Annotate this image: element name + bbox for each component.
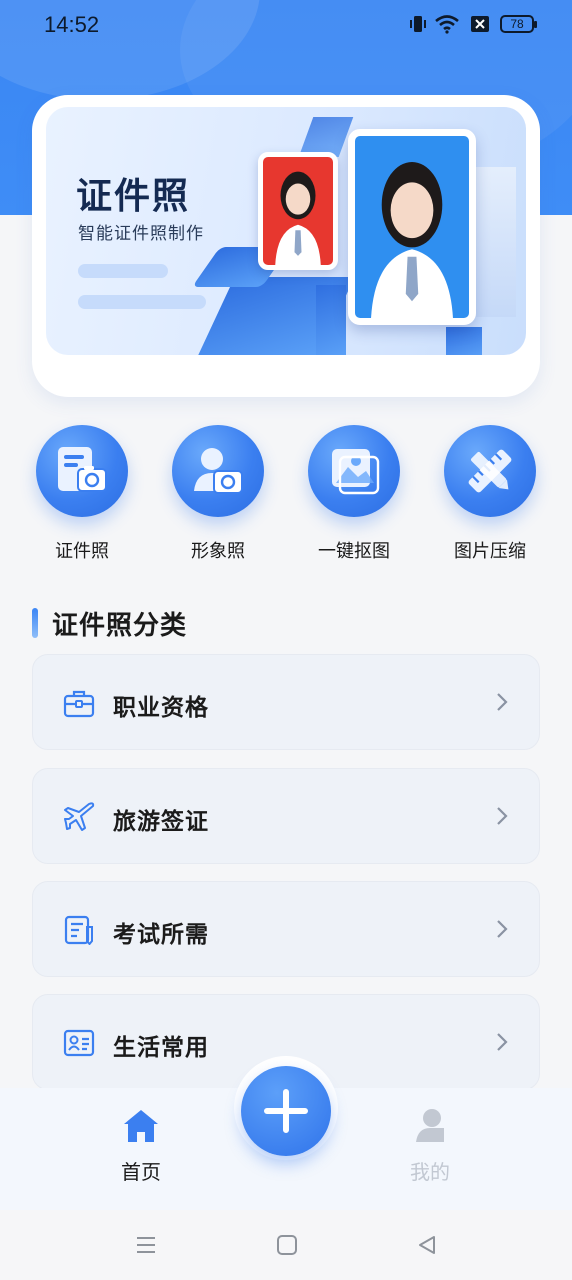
airplane-icon	[64, 802, 95, 831]
exam-paper-icon	[64, 915, 93, 945]
decor-line	[78, 295, 206, 309]
tab-mine-label: 我的	[410, 1160, 450, 1184]
feature-label: 证件照	[55, 541, 109, 562]
status-icons: 78	[408, 14, 537, 34]
chevron-right-icon	[497, 693, 508, 711]
category-label: 职业资格	[113, 695, 209, 721]
feature-portrait[interactable]: 形象照	[153, 420, 283, 563]
tab-home[interactable]: 首页	[81, 1088, 201, 1185]
vibrate-icon	[408, 14, 426, 34]
section-title-text: 证件照分类	[52, 610, 188, 641]
home-icon	[124, 1110, 158, 1142]
category-label: 生活常用	[113, 1035, 209, 1061]
category-item[interactable]: 职业资格	[32, 654, 540, 750]
section-accent-bar	[32, 608, 38, 638]
feature-label: 图片压缩	[454, 541, 526, 562]
banner-subtitle: 智能证件照制作	[78, 224, 204, 244]
status-bar: 14:52 78	[0, 0, 572, 50]
banner-title: 证件照	[76, 176, 191, 217]
chevron-right-icon	[497, 807, 508, 825]
no-sim-icon	[470, 15, 490, 33]
image-compress-icon[interactable]	[444, 425, 536, 517]
status-time: 14:52	[44, 12, 100, 37]
tab-home-label: 首页	[121, 1160, 161, 1184]
category-label: 旅游签证	[113, 809, 209, 835]
tab-mine[interactable]: 我的	[370, 1088, 490, 1185]
home-nav-icon[interactable]	[276, 1234, 298, 1256]
feature-cutout[interactable]: 一键抠图	[289, 420, 419, 563]
plus-icon	[264, 1089, 308, 1133]
user-icon	[416, 1109, 444, 1142]
feature-grid: 证件照 形象照 一键抠图 图片压缩	[0, 420, 572, 570]
menu-icon[interactable]	[135, 1234, 157, 1256]
add-button[interactable]	[241, 1066, 331, 1156]
banner-image[interactable]: 证件照 智能证件照制作	[46, 107, 526, 355]
feature-label: 一键抠图	[318, 541, 390, 562]
feature-compress[interactable]: 图片压缩	[425, 420, 555, 563]
red-id-photo	[258, 152, 338, 270]
image-cutout-icon[interactable]	[308, 425, 400, 517]
banner-card[interactable]: 证件照 智能证件照制作	[32, 95, 540, 397]
wifi-icon	[434, 14, 460, 34]
portrait-camera-icon[interactable]	[172, 425, 264, 517]
id-card-icon	[63, 1029, 95, 1057]
blue-id-photo	[348, 129, 476, 325]
chevron-right-icon	[497, 920, 508, 938]
feature-label: 形象照	[191, 541, 245, 562]
category-label: 考试所需	[113, 922, 209, 948]
section-title: 证件照分类	[32, 606, 188, 641]
id-photo-camera-icon[interactable]	[36, 425, 128, 517]
feature-id-photo[interactable]: 证件照	[17, 420, 147, 563]
decor-line	[78, 264, 168, 278]
briefcase-icon	[63, 690, 95, 718]
category-item[interactable]: 考试所需	[32, 881, 540, 977]
back-icon[interactable]	[416, 1234, 438, 1256]
battery-indicator: 78	[500, 15, 537, 33]
system-nav-bar	[0, 1210, 572, 1280]
chevron-right-icon	[497, 1033, 508, 1051]
category-item[interactable]: 旅游签证	[32, 768, 540, 864]
